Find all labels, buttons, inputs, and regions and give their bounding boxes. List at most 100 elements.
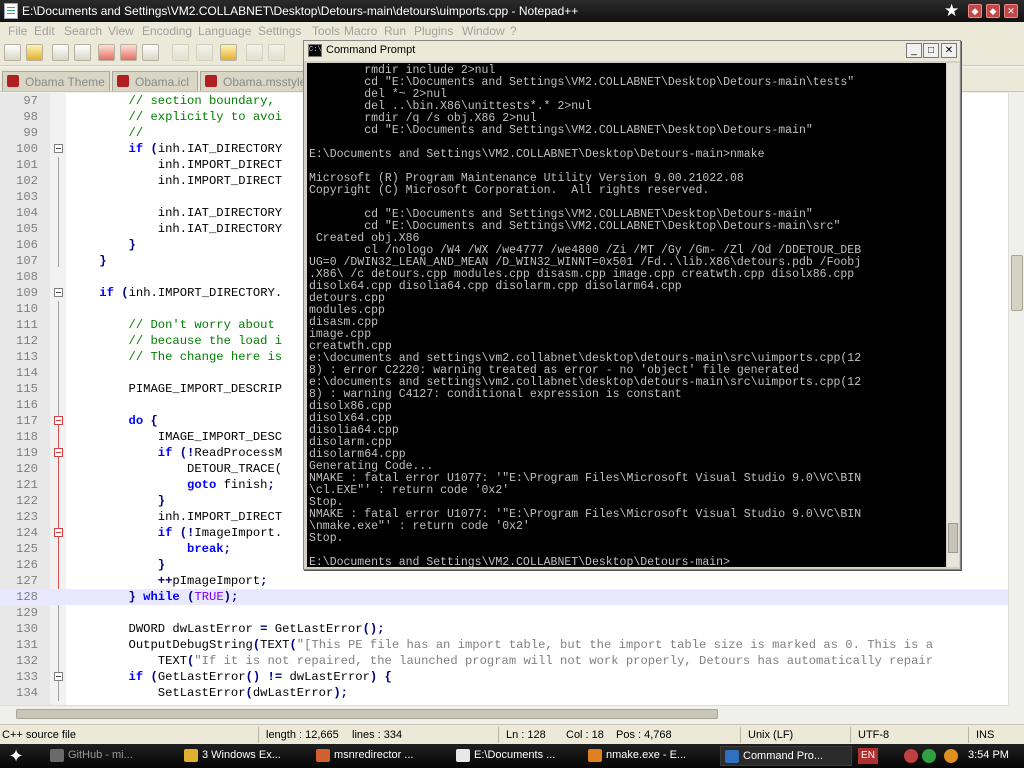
redo-icon[interactable] (268, 44, 285, 61)
line-number: 112 (16, 334, 38, 348)
status-separator (740, 727, 741, 743)
fold-toggle-icon[interactable] (54, 416, 63, 425)
menu-settings[interactable]: Settings (258, 24, 301, 38)
taskbar-item-label: nmake.exe - E... (606, 749, 687, 761)
code-line[interactable]: 130 DWORD dwLastError = GetLastError(); (0, 621, 1008, 637)
line-number: 110 (16, 302, 38, 316)
menu-macro[interactable]: Macro (344, 24, 377, 38)
code-text: if (inh.IAT_DIRECTORY (128, 142, 283, 156)
fold-toggle-icon[interactable] (54, 672, 63, 681)
menu-plugins[interactable]: Plugins (414, 24, 453, 38)
console-output[interactable]: rmdir include 2>nul cd "E:\Documents and… (307, 63, 946, 567)
fold-toggle-icon[interactable] (54, 448, 63, 457)
status-pos: Pos : 4,768 (616, 729, 672, 741)
cmd-title-bar[interactable]: C:\ Command Prompt _ □ ✕ (304, 41, 960, 61)
undo-icon[interactable] (246, 44, 263, 61)
menu-tools[interactable]: Tools (312, 24, 340, 38)
cmd-close-button[interactable]: ✕ (941, 43, 957, 58)
code-text: } (128, 238, 136, 252)
line-number: 115 (16, 382, 38, 396)
code-text: } (99, 254, 107, 268)
taskbar-item[interactable]: msnredirector ... (312, 746, 446, 766)
taskbar-item[interactable]: GitHub - mi... (46, 746, 174, 766)
status-insert-mode: INS (976, 729, 995, 741)
editor-horizontal-scrollbar[interactable] (0, 705, 1008, 721)
close-button[interactable]: ✕ (1004, 4, 1018, 18)
fold-toggle-icon[interactable] (54, 528, 63, 537)
taskbar-item[interactable]: Command Pro... (720, 746, 852, 766)
menu-file[interactable]: File (8, 24, 27, 38)
tray-network-icon[interactable] (922, 749, 936, 763)
status-separator (968, 727, 969, 743)
tray-app-icon[interactable] (904, 749, 918, 763)
cmd-vertical-scrollbar[interactable] (947, 63, 959, 567)
line-number: 121 (16, 478, 38, 492)
line-number: 108 (16, 270, 38, 284)
code-text: OutputDebugString(TEXT("[This PE file ha… (70, 638, 934, 652)
tab-obama-icl[interactable]: Obama.icl (112, 71, 198, 91)
line-number: 132 (16, 654, 38, 668)
paste-icon[interactable] (220, 44, 237, 61)
start-button[interactable]: ✦ (2, 745, 30, 767)
notepad-title-bar[interactable]: E:\Documents and Settings\VM2.COLLABNET\… (0, 0, 1024, 22)
line-number: 123 (16, 510, 38, 524)
close-all-icon[interactable] (120, 44, 137, 61)
taskbar-item[interactable]: nmake.exe - E... (584, 746, 714, 766)
menu-bar: File Edit Search View Encoding Language … (0, 22, 1024, 40)
language-indicator[interactable]: EN (858, 748, 878, 764)
menu-window[interactable]: Window (462, 24, 505, 38)
line-number: 107 (16, 254, 38, 268)
taskbar-item-label: msnredirector ... (334, 749, 414, 761)
menu-edit[interactable]: Edit (34, 24, 55, 38)
code-text: } (157, 494, 166, 508)
scroll-thumb[interactable] (948, 523, 958, 553)
code-text: ++pImageImport; (157, 574, 268, 588)
menu-search[interactable]: Search (64, 24, 102, 38)
open-file-icon[interactable] (26, 44, 43, 61)
line-number: 109 (16, 286, 38, 300)
menu-encoding[interactable]: Encoding (142, 24, 192, 38)
menu-view[interactable]: View (108, 24, 134, 38)
taskbar-item-label: Command Pro... (743, 750, 824, 762)
code-text: if (GetLastError() != dwLastError) { (128, 670, 392, 684)
line-number: 122 (16, 494, 38, 508)
code-line[interactable]: 133 if (GetLastError() != dwLastError) { (0, 669, 1008, 685)
new-file-icon[interactable] (4, 44, 21, 61)
cmd-maximize-button[interactable]: □ (923, 43, 939, 58)
menu-run[interactable]: Run (384, 24, 406, 38)
tab-obama-msstyles[interactable]: Obama.msstyles (200, 71, 304, 91)
scroll-thumb[interactable] (1011, 255, 1023, 311)
minimize-button[interactable]: ◆ (968, 4, 982, 18)
menu-help[interactable]: ? (510, 24, 517, 38)
code-line[interactable]: 127 ++pImageImport; (0, 573, 1008, 589)
code-line[interactable]: 134 SetLastError(dwLastError); (0, 685, 1008, 701)
fold-toggle-icon[interactable] (54, 144, 63, 153)
tray-search-icon[interactable] (944, 749, 958, 763)
status-separator (850, 727, 851, 743)
menu-language[interactable]: Language (198, 24, 251, 38)
maximize-button[interactable]: ◆ (986, 4, 1000, 18)
cmd-minimize-button[interactable]: _ (906, 43, 922, 58)
editor-vertical-scrollbar[interactable] (1008, 93, 1024, 705)
code-line[interactable]: 128 } while (TRUE); (0, 589, 1008, 605)
close-file-icon[interactable] (98, 44, 115, 61)
status-lines: lines : 334 (352, 729, 403, 741)
line-number: 124 (16, 526, 38, 540)
code-line[interactable]: 132 TEXT("If it is not repaired, the lau… (0, 653, 1008, 669)
tab-obama-theme[interactable]: Obama Theme (2, 71, 110, 91)
taskbar-item[interactable]: E:\Documents ... (452, 746, 578, 766)
cut-icon[interactable] (172, 44, 189, 61)
fold-toggle-icon[interactable] (54, 288, 63, 297)
save-all-icon[interactable] (74, 44, 91, 61)
scroll-thumb[interactable] (16, 709, 718, 719)
save-icon[interactable] (52, 44, 69, 61)
taskbar-item[interactable]: 3 Windows Ex... (180, 746, 306, 766)
app-icon (50, 749, 64, 762)
print-icon[interactable] (142, 44, 159, 61)
code-line[interactable]: 131 OutputDebugString(TEXT("[This PE fil… (0, 637, 1008, 653)
copy-icon[interactable] (196, 44, 213, 61)
code-line[interactable]: 129 (0, 605, 1008, 621)
code-text: // because the load i (128, 334, 283, 348)
status-encoding: UTF-8 (858, 729, 890, 741)
line-number: 116 (16, 398, 38, 412)
